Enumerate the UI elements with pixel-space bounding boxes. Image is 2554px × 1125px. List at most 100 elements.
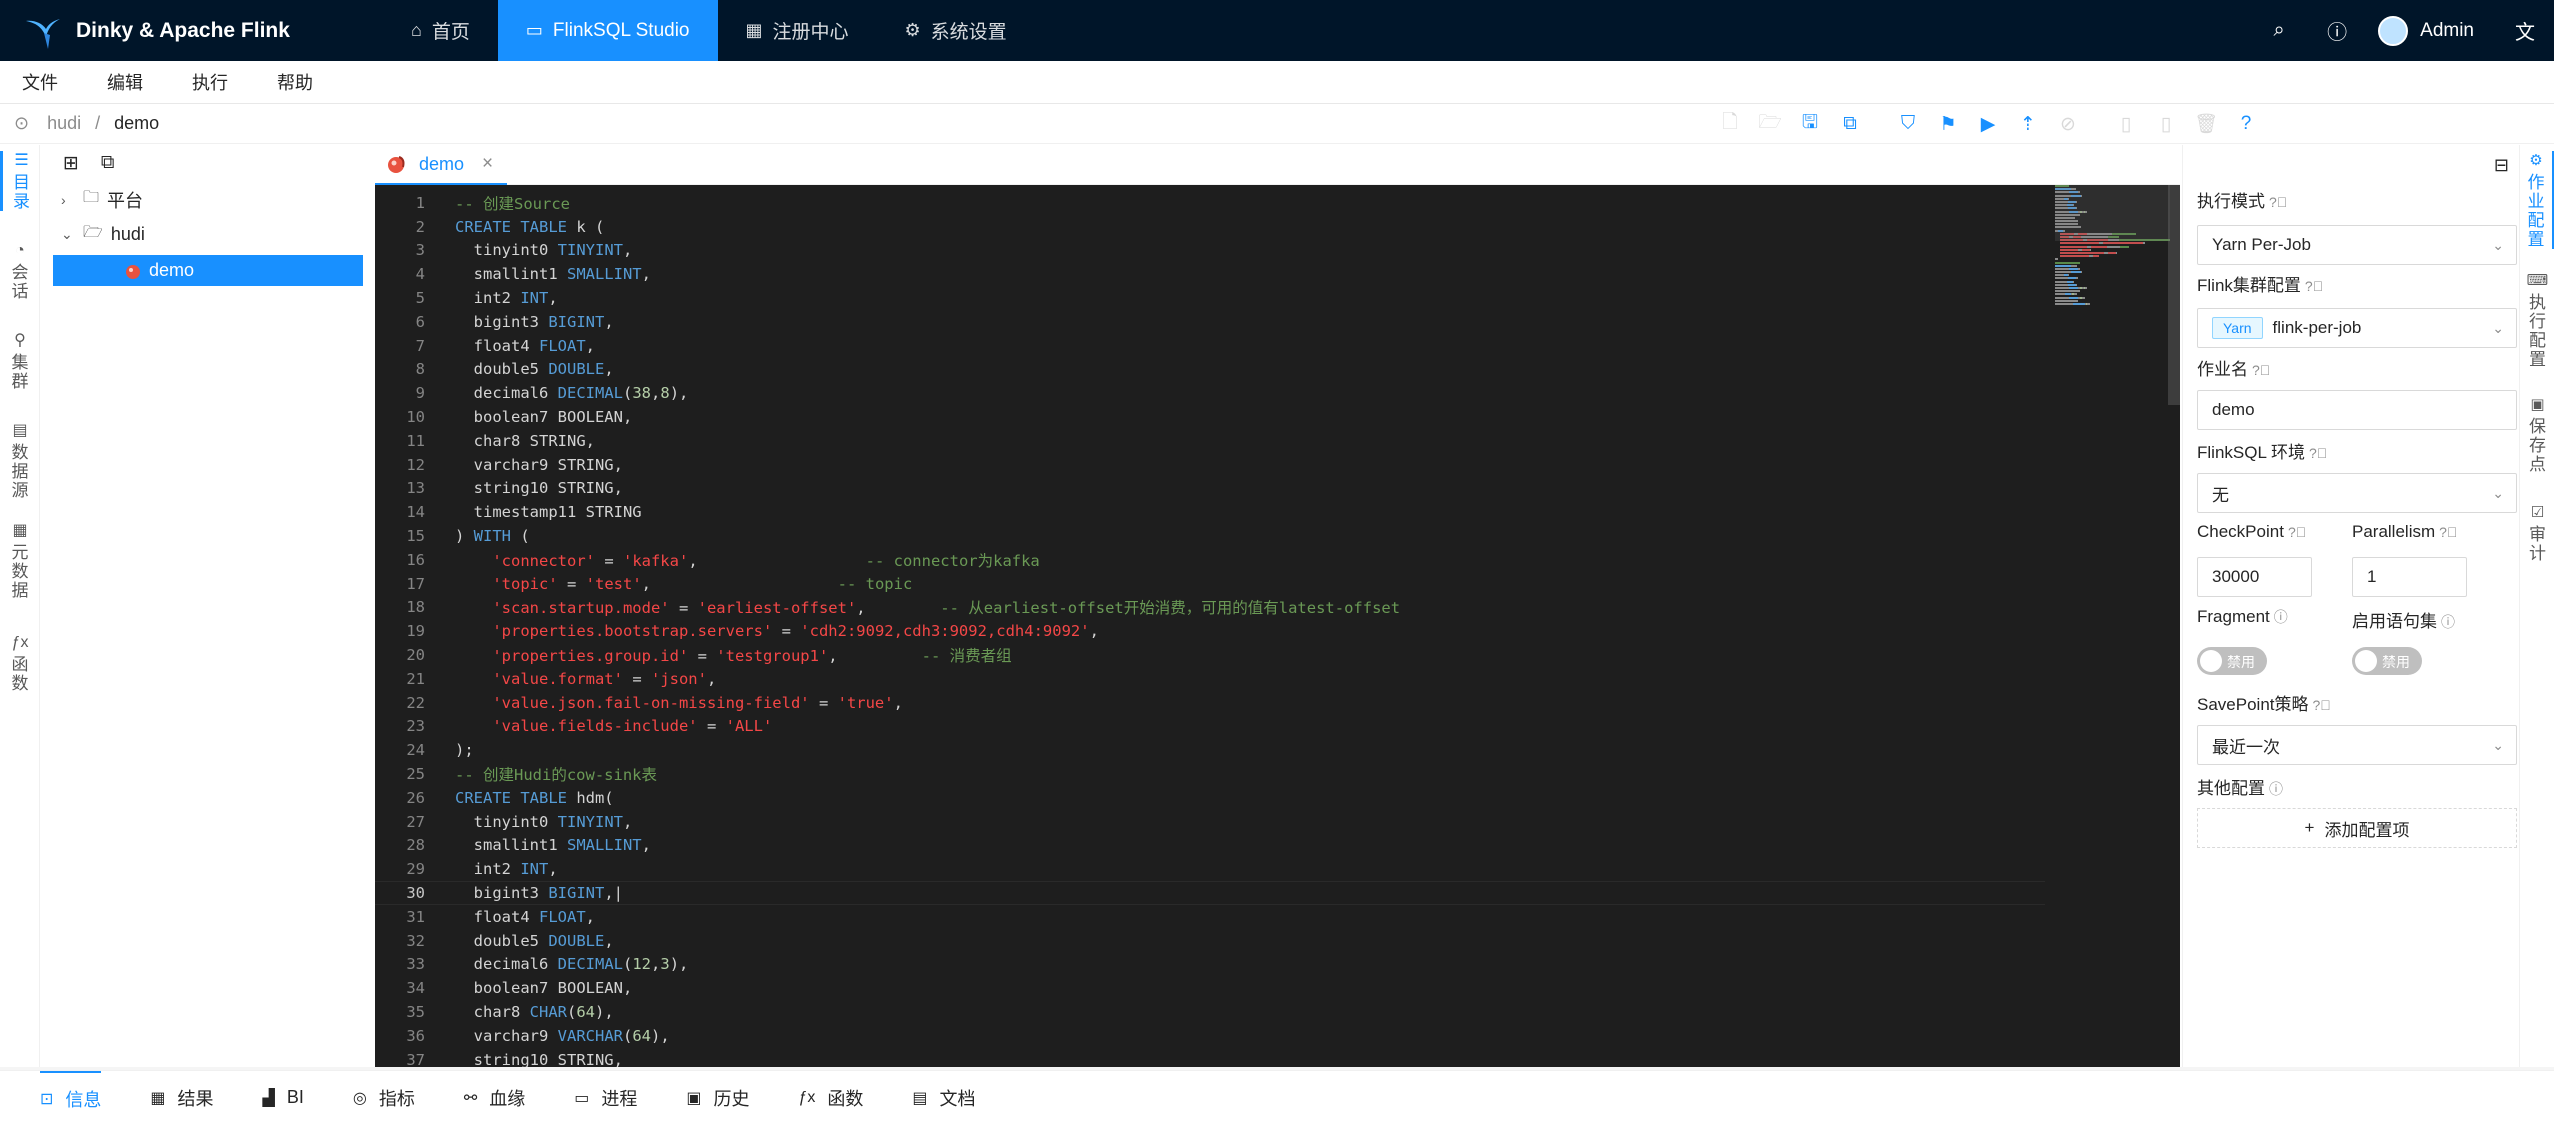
minimap-viewport[interactable]: [2055, 185, 2170, 241]
code-line[interactable]: 24);: [375, 738, 2045, 762]
code-line[interactable]: 17 'topic' = 'test', -- topic: [375, 572, 2045, 596]
delete-icon[interactable]: 🗑: [2186, 112, 2226, 136]
code-line[interactable]: 14 timestamp11 STRING: [375, 500, 2045, 524]
flag-icon[interactable]: ⚑: [1928, 113, 1968, 136]
sidebar-item-datasource[interactable]: ▤ 数据源: [0, 421, 40, 500]
collapse-all-icon[interactable]: ⧉: [101, 152, 115, 175]
tree-node-platform[interactable]: › 🗀 平台: [61, 184, 351, 215]
tab-docs[interactable]: ▤ 文档: [912, 1071, 975, 1125]
tree-node-hudi[interactable]: ⌄ 🗁 hudi: [61, 219, 351, 250]
code-line[interactable]: 32 double5 DOUBLE,: [375, 929, 2045, 953]
open-folder-icon[interactable]: 🗁: [1750, 108, 1790, 140]
app-logo[interactable]: Dinky & Apache Flink: [0, 0, 383, 61]
code-line[interactable]: 8 double5 DOUBLE,: [375, 358, 2045, 382]
code-line[interactable]: 23 'value.fields-include' = 'ALL': [375, 715, 2045, 739]
tab-demo[interactable]: demo ×: [375, 145, 508, 185]
code-line[interactable]: 7 float4 FLOAT,: [375, 334, 2045, 358]
code-line[interactable]: 29 int2 INT,: [375, 857, 2045, 881]
code-line[interactable]: 5 int2 INT,: [375, 286, 2045, 310]
code-line[interactable]: 31 float4 FLOAT,: [375, 905, 2045, 929]
sidebar-item-session[interactable]: ◔ 会话: [0, 241, 40, 301]
code-line[interactable]: 21 'value.format' = 'json',: [375, 667, 2045, 691]
publish-rocket-icon[interactable]: ⇡: [2008, 113, 2048, 136]
tab-lineage[interactable]: ⚯ 血缘: [464, 1071, 525, 1125]
copy-icon[interactable]: ▯: [2106, 113, 2146, 136]
code-line[interactable]: 3 tinyint0 TINYINT,: [375, 239, 2045, 263]
save-icon[interactable]: 🖫: [1790, 108, 1830, 140]
new-file-icon[interactable]: 🗋: [1710, 108, 1750, 140]
tab-results[interactable]: ▦ 结果: [150, 1071, 213, 1125]
help-icon[interactable]: ⓘ: [2308, 16, 2366, 45]
exec-mode-select[interactable]: Yarn Per-Job ⌄: [2197, 225, 2517, 265]
sidebar-item-directory[interactable]: ☰ 目录: [0, 151, 40, 211]
code-line[interactable]: 27 tinyint0 TINYINT,: [375, 810, 2045, 834]
code-line[interactable]: 10 boolean7 BOOLEAN,: [375, 405, 2045, 429]
tab-process[interactable]: ▭ 进程: [574, 1071, 637, 1125]
user-menu[interactable]: Admin: [2366, 15, 2496, 46]
menu-help[interactable]: 帮助: [277, 69, 313, 95]
code-line[interactable]: 2 CREATE TABLE k (: [375, 215, 2045, 239]
sidebar-item-functions[interactable]: ƒx 函数: [0, 633, 40, 693]
code-line[interactable]: 25 -- 创建Hudi的cow-sink表: [375, 762, 2045, 786]
tab-info[interactable]: ⊡ 信息: [40, 1070, 102, 1125]
tab-bi[interactable]: ▟ BI: [263, 1071, 304, 1125]
nav-registry[interactable]: ▦ 注册中心: [718, 0, 877, 61]
flinksql-env-select[interactable]: 无 ⌄: [2197, 473, 2517, 513]
code-line[interactable]: 18 'scan.startup.mode' = 'earliest-offse…: [375, 596, 2045, 620]
vertical-scrollbar[interactable]: [2168, 185, 2180, 405]
tab-savepoints[interactable]: ▣ 保存点: [2520, 395, 2554, 474]
code-line[interactable]: 19 'properties.bootstrap.servers' = 'cdh…: [375, 619, 2045, 643]
save-as-icon[interactable]: ⧉: [1830, 113, 1870, 135]
new-folder-icon[interactable]: ⊞: [63, 152, 79, 175]
sidebar-item-cluster[interactable]: ⚲ 集群: [0, 331, 40, 391]
question-icon[interactable]: ?: [2226, 113, 2266, 135]
code-line[interactable]: 35 char8 CHAR(64),: [375, 1000, 2045, 1024]
code-line[interactable]: 34 boolean7 BOOLEAN,: [375, 976, 2045, 1000]
checkpoint-input[interactable]: 30000: [2197, 557, 2312, 597]
code-line[interactable]: 11 char8 STRING,: [375, 429, 2045, 453]
collapse-panel-icon[interactable]: ⊟: [2494, 155, 2509, 176]
code-line[interactable]: 28 smallint1 SMALLINT,: [375, 834, 2045, 858]
minimap[interactable]: [2055, 185, 2170, 1070]
close-icon[interactable]: ×: [482, 153, 493, 175]
tab-functions[interactable]: ƒx 函数: [798, 1071, 863, 1125]
savepoint-strategy-select[interactable]: 最近一次 ⌄: [2197, 725, 2517, 765]
search-icon[interactable]: ⌕: [2250, 19, 2308, 42]
code-line[interactable]: 16 'connector' = 'kafka', -- connector为k…: [375, 548, 2045, 572]
run-icon[interactable]: ▶: [1968, 113, 2008, 136]
language-icon[interactable]: 文: [2496, 16, 2554, 45]
menu-file[interactable]: 文件: [22, 69, 58, 95]
tab-history[interactable]: ▣ 历史: [686, 1071, 749, 1125]
code-line[interactable]: 22 'value.json.fail-on-missing-field' = …: [375, 691, 2045, 715]
add-config-button[interactable]: + 添加配置项: [2197, 808, 2517, 848]
tab-audit[interactable]: ☑ 审计: [2520, 503, 2554, 563]
code-line[interactable]: 30 bigint3 BIGINT,|: [375, 881, 2045, 905]
nav-flinksql-studio[interactable]: ▭ FlinkSQL Studio: [497, 0, 718, 61]
code-line[interactable]: 4 smallint1 SMALLINT,: [375, 262, 2045, 286]
tree-node-demo[interactable]: demo: [53, 255, 363, 286]
paste-icon[interactable]: ▯: [2146, 113, 2186, 136]
job-name-input[interactable]: demo: [2197, 390, 2517, 430]
menu-edit[interactable]: 编辑: [107, 69, 143, 95]
nav-home[interactable]: ⌂ 首页: [383, 0, 498, 61]
code-line[interactable]: 26 CREATE TABLE hdm(: [375, 786, 2045, 810]
code-line[interactable]: 6 bigint3 BIGINT,: [375, 310, 2045, 334]
code-line[interactable]: 13 string10 STRING,: [375, 477, 2045, 501]
code-editor[interactable]: 1 -- 创建Source 2 CREATE TABLE k (3 tinyint0 …: [375, 185, 2180, 1070]
menu-run[interactable]: 执行: [192, 69, 228, 95]
check-shield-icon[interactable]: ⛉: [1888, 113, 1928, 135]
nav-settings[interactable]: ⚙ 系统设置: [877, 0, 1035, 61]
tab-job-config[interactable]: ⚙ 作业配置: [2520, 151, 2554, 249]
code-line[interactable]: 12 varchar9 STRING,: [375, 453, 2045, 477]
statement-set-toggle[interactable]: 禁用: [2352, 647, 2422, 675]
code-line[interactable]: 1 -- 创建Source: [375, 191, 2045, 215]
sidebar-item-metadata[interactable]: ▦ 元数据: [0, 521, 40, 600]
parallelism-input[interactable]: 1: [2352, 557, 2467, 597]
breadcrumb-root[interactable]: hudi: [47, 113, 81, 134]
code-line[interactable]: 15) WITH (: [375, 524, 2045, 548]
tab-metrics[interactable]: ◎ 指标: [353, 1071, 415, 1125]
code-line[interactable]: 33 decimal6 DECIMAL(12,3),: [375, 953, 2045, 977]
cluster-config-select[interactable]: Yarn flink-per-job ⌄: [2197, 308, 2517, 348]
code-line[interactable]: 36 varchar9 VARCHAR(64),: [375, 1024, 2045, 1048]
stop-icon[interactable]: ⊘: [2048, 113, 2088, 136]
